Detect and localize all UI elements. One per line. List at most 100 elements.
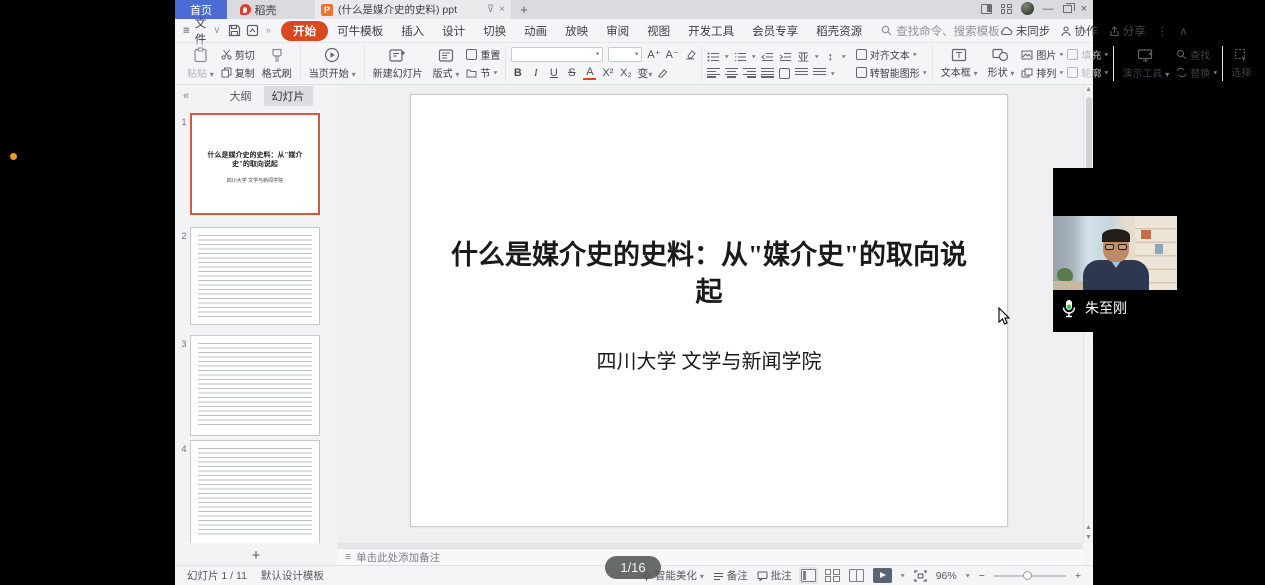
paste-button[interactable]: 粘贴 ▾: [184, 47, 217, 80]
distribute-icon[interactable]: [779, 68, 790, 79]
align-left-icon[interactable]: [707, 68, 720, 78]
subscript-button[interactable]: X₂: [619, 67, 632, 79]
picture-button[interactable]: 图片 ▾: [1021, 47, 1063, 62]
font-color-button[interactable]: A: [583, 66, 596, 80]
zoom-level[interactable]: 96%: [936, 570, 957, 582]
shape-button[interactable]: 形状 ▾: [985, 48, 1018, 79]
zoom-slider-knob[interactable]: [1023, 571, 1032, 580]
tab-outline[interactable]: 大纲: [222, 86, 260, 106]
share-button[interactable]: 分享: [1109, 23, 1146, 39]
close-button[interactable]: ×: [1081, 4, 1087, 14]
numbered-list-icon[interactable]: [734, 52, 747, 62]
font-size-select[interactable]: ▾: [608, 47, 642, 62]
align-center-icon[interactable]: [725, 68, 738, 78]
minimize-button[interactable]: —: [1043, 4, 1054, 14]
slide-thumbnail-2[interactable]: [190, 227, 320, 325]
slideshow-play-button[interactable]: [873, 568, 892, 583]
decrease-font-icon[interactable]: A⁻: [666, 48, 679, 61]
new-slide-button[interactable]: 新建幻灯片: [370, 48, 426, 80]
increase-indent-icon[interactable]: [779, 52, 792, 62]
underline-button[interactable]: U: [547, 67, 560, 79]
find-button[interactable]: 查找: [1176, 47, 1217, 62]
collapse-panel-button[interactable]: «: [175, 90, 197, 102]
slide-sorter-view-button[interactable]: [825, 569, 840, 582]
select-button[interactable]: 选择: [1228, 48, 1254, 79]
slide-subtitle[interactable]: 四川大学 文学与新闻学院: [411, 345, 1007, 374]
add-slide-button[interactable]: +: [175, 545, 337, 565]
zoom-slider[interactable]: [994, 575, 1066, 577]
paragraph-spacing-icon[interactable]: [813, 68, 826, 78]
cut-button[interactable]: 剪切: [221, 47, 255, 62]
layout-mode-icon[interactable]: [981, 4, 992, 14]
section-button[interactable]: 节 ▾: [466, 65, 500, 80]
sync-status[interactable]: 未同步: [1000, 23, 1051, 39]
menu-item-view[interactable]: 视图: [638, 21, 679, 41]
to-smart-graphic-button[interactable]: 转智能图形 ▾: [856, 65, 927, 80]
bold-button[interactable]: B: [511, 67, 524, 79]
menu-item-keniu-templates[interactable]: 可牛模板: [328, 21, 392, 41]
layout-button[interactable]: 版式 ▾: [430, 48, 463, 80]
align-text-button[interactable]: 对齐文本 ▾: [856, 47, 927, 62]
zoom-in-button[interactable]: +: [1075, 570, 1081, 582]
highlight-icon[interactable]: [657, 67, 669, 78]
normal-view-button[interactable]: [801, 569, 816, 582]
reset-button[interactable]: 重置: [466, 47, 500, 62]
tab-document[interactable]: P (什么是媒介史的史料) ppt ⊽ ×: [315, 0, 511, 19]
presentation-tools-button[interactable]: 演示工具 ▾: [1119, 48, 1172, 80]
command-search-box[interactable]: 查找命令、搜索模板: [881, 23, 1000, 39]
menu-item-member[interactable]: 会员专享: [743, 21, 807, 41]
play-from-current-button[interactable]: 当页开始 ▾: [306, 47, 359, 80]
text-direction-icon[interactable]: 亚: [797, 49, 810, 65]
scroll-up-icon[interactable]: ▲: [1084, 85, 1093, 95]
kebab-menu-icon[interactable]: ⋮: [1157, 24, 1169, 38]
slide-thumbnail-3[interactable]: [190, 335, 320, 436]
bullet-list-icon[interactable]: [707, 52, 720, 62]
reading-view-button[interactable]: [849, 569, 864, 582]
menu-item-devtools[interactable]: 开发工具: [679, 21, 743, 41]
slide-title[interactable]: 什么是媒介史的史料：从"媒介史"的取向说起: [449, 237, 969, 311]
textbox-button[interactable]: 文本框 ▾: [938, 48, 981, 79]
format-painter-button[interactable]: 格式刷: [259, 48, 295, 80]
zoom-out-button[interactable]: −: [979, 570, 985, 582]
comments-button[interactable]: 批注: [757, 568, 792, 583]
increase-font-icon[interactable]: A⁺: [647, 48, 660, 61]
justify-icon[interactable]: [761, 68, 774, 78]
fill-button[interactable]: 填充 ▾: [1067, 47, 1108, 62]
slide-edit-area[interactable]: 什么是媒介史的史料：从"媒介史"的取向说起 四川大学 文学与新闻学院: [337, 85, 1083, 543]
fit-to-window-icon[interactable]: [914, 570, 927, 582]
menu-item-transition[interactable]: 切换: [474, 21, 515, 41]
save-icon[interactable]: [228, 24, 241, 37]
collaborate-button[interactable]: 协作: [1061, 23, 1097, 39]
new-tab-button[interactable]: +: [511, 0, 537, 19]
clear-format-icon[interactable]: [684, 49, 696, 60]
menu-item-docer-resources[interactable]: 稻壳资源: [807, 21, 871, 41]
decrease-indent-icon[interactable]: [761, 52, 774, 62]
outline-button[interactable]: 轮廓 ▾: [1067, 65, 1108, 80]
align-right-icon[interactable]: [743, 68, 756, 78]
notes-bar[interactable]: ≡ 单击此处添加备注: [337, 548, 1083, 565]
meeting-video-tile[interactable]: 朱至刚: [1053, 168, 1185, 332]
quickbar-more-icon[interactable]: »: [266, 25, 272, 36]
font-family-select[interactable]: ▾: [511, 47, 603, 62]
replace-button[interactable]: 替换 ▾: [1176, 65, 1217, 80]
tab-close-icon[interactable]: ×: [499, 4, 505, 15]
export-pdf-icon[interactable]: [246, 24, 259, 37]
restore-button[interactable]: [1063, 5, 1072, 13]
slide-canvas[interactable]: 什么是媒介史的史料：从"媒介史"的取向说起 四川大学 文学与新闻学院: [410, 94, 1008, 527]
scroll-down-icon[interactable]: ▲▼: [1084, 523, 1093, 543]
menu-item-design[interactable]: 设计: [433, 21, 474, 41]
workspace-grid-icon[interactable]: [1001, 4, 1012, 14]
arrange-button[interactable]: 排列 ▾: [1021, 65, 1063, 80]
copy-button[interactable]: 复制: [221, 65, 255, 80]
menu-item-slideshow[interactable]: 放映: [556, 21, 597, 41]
tab-slides[interactable]: 幻灯片: [264, 86, 313, 106]
notes-toggle-button[interactable]: 备注: [713, 568, 748, 583]
play-options-caret-icon[interactable]: ▾: [901, 572, 905, 579]
italic-button[interactable]: I: [529, 67, 542, 79]
slide-thumbnail-4[interactable]: [190, 440, 320, 543]
menu-item-home[interactable]: 开始: [281, 21, 328, 41]
tab-pin-icon[interactable]: ⊽: [487, 4, 494, 15]
strikethrough-button[interactable]: S: [565, 67, 578, 79]
line-spacing-icon[interactable]: ↕: [824, 51, 837, 63]
menu-item-insert[interactable]: 插入: [392, 21, 433, 41]
